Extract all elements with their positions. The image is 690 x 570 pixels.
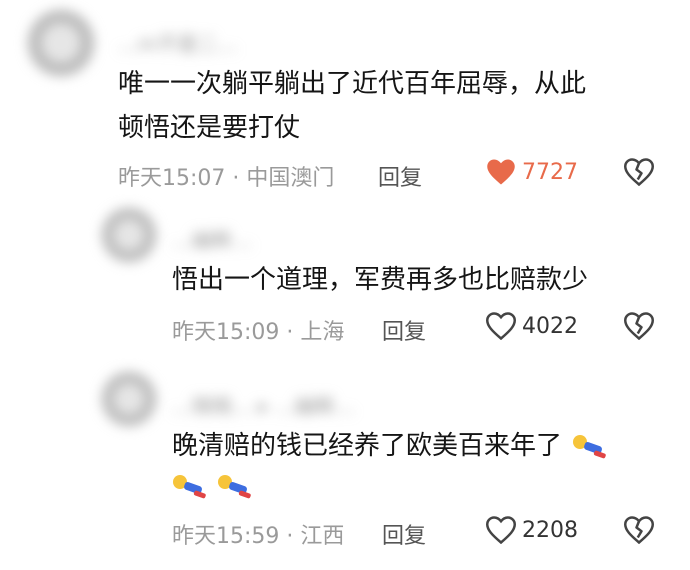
timestamp: 昨天15:07 — [118, 166, 226, 191]
comment-meta: 昨天15:07 · 中国澳门 — [118, 160, 334, 192]
username[interactable]: …m不是二… — [118, 28, 237, 57]
dislike-button[interactable] — [623, 516, 655, 548]
lying-flat-emoji-icon — [173, 475, 206, 499]
like-button[interactable]: 2208 — [486, 516, 578, 544]
avatar[interactable] — [102, 372, 156, 426]
avatar[interactable] — [102, 208, 156, 262]
emoji-row — [170, 470, 255, 504]
dislike-button[interactable] — [623, 158, 655, 190]
broken-heart-icon — [623, 516, 655, 545]
lying-flat-emoji-icon — [573, 434, 607, 458]
meta-separator: · — [232, 166, 240, 191]
comment-text-line2: 顿悟还是要打仗 — [118, 113, 301, 143]
like-count: 4022 — [522, 313, 578, 339]
like-button[interactable]: 4022 — [486, 312, 578, 340]
timestamp: 昨天15:09 — [172, 320, 280, 345]
broken-heart-icon — [623, 158, 655, 187]
comment-text-line1: 晚清赔的钱已经养了欧美百来年了 — [172, 424, 610, 468]
timestamp: 昨天15:59 — [172, 524, 280, 549]
username[interactable]: …幽眸… — [172, 224, 252, 253]
comment-text: 晚清赔的钱已经养了欧美百来年了 — [172, 431, 563, 461]
comment-text-line1: 唯一一次躺平躺出了近代百年屈辱，从此 — [118, 69, 587, 99]
reply-button[interactable]: 回复 — [382, 314, 426, 346]
dislike-button[interactable] — [623, 312, 655, 344]
username[interactable]: …晓晓… ▸ …幽眸… — [172, 390, 355, 419]
like-count: 2208 — [522, 517, 578, 543]
heart-icon — [486, 312, 516, 340]
avatar[interactable] — [28, 10, 94, 76]
like-count: 7727 — [522, 159, 578, 185]
reply-button[interactable]: 回复 — [378, 160, 422, 192]
broken-heart-icon — [623, 312, 655, 341]
reply-button[interactable]: 回复 — [382, 518, 426, 550]
location: 上海 — [300, 320, 345, 345]
meta-separator: · — [286, 524, 294, 549]
like-button[interactable]: 7727 — [486, 158, 578, 186]
comment-meta: 昨天15:09 · 上海 — [172, 314, 344, 346]
location: 中国澳门 — [246, 166, 335, 191]
heart-icon — [487, 159, 515, 185]
location: 江西 — [300, 524, 345, 549]
comment-text-line1: 悟出一个道理，军费再多也比赔款少 — [172, 265, 589, 295]
lying-flat-emoji-icon — [218, 475, 251, 499]
meta-separator: · — [286, 320, 294, 345]
comment-meta: 昨天15:59 · 江西 — [172, 518, 344, 550]
heart-icon — [486, 516, 516, 544]
